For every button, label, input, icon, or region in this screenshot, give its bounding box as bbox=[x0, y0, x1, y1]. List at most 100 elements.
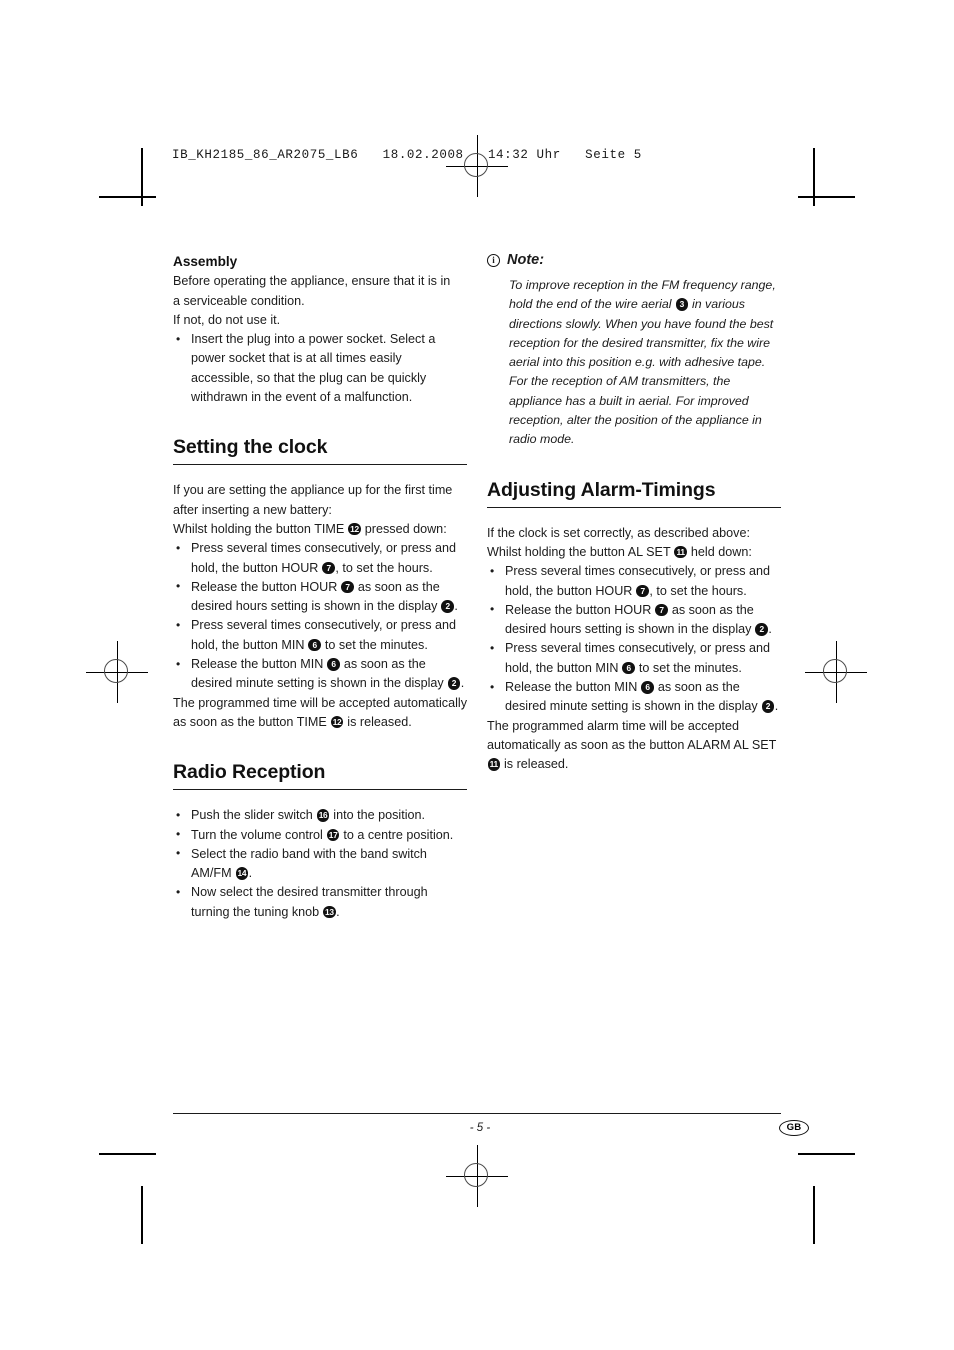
list-item: Release the button HOUR 7 as soon as the… bbox=[173, 577, 467, 617]
radio-reception-heading: Radio Reception bbox=[173, 761, 326, 784]
text-fragment: Select the radio band with the band swit… bbox=[191, 846, 427, 881]
section-adjusting-alarm-timings: Adjusting Alarm-Timings If the clock is … bbox=[487, 478, 781, 775]
callout-badge: 7 bbox=[341, 580, 354, 594]
callout-badge: 3 bbox=[675, 298, 689, 311]
callout-badge: 11 bbox=[674, 545, 687, 559]
text-fragment: in various directions slowly. When you h… bbox=[509, 297, 774, 447]
list-item: Press several times consecutively, or pr… bbox=[173, 539, 467, 578]
footer-rule bbox=[173, 1113, 781, 1115]
list-item: Release the button MIN 6 as soon as the … bbox=[487, 678, 781, 717]
section-note: i Note: To improve reception in the FM f… bbox=[487, 252, 781, 450]
text-fragment: . bbox=[454, 599, 458, 614]
text-fragment: pressed down: bbox=[364, 521, 447, 536]
crop-mark-top-right-horizontal bbox=[798, 196, 855, 198]
left-column: Assembly Before operating the appliance,… bbox=[173, 252, 467, 922]
language-badge: GB bbox=[779, 1120, 809, 1136]
callout-badge: 6 bbox=[641, 681, 654, 694]
callout-badge: 16 bbox=[316, 809, 330, 822]
text-fragment: . bbox=[336, 904, 340, 919]
list-item: Release the button MIN 6 as soon as the … bbox=[173, 655, 467, 694]
assembly-bullet-list: Insert the plug into a power socket. Sel… bbox=[173, 330, 467, 407]
section-setting-the-clock: Setting the clock If you are setting the… bbox=[173, 435, 467, 732]
text-fragment: held down: bbox=[690, 544, 752, 559]
adjusting-alarm-timings-heading: Adjusting Alarm-Timings bbox=[487, 478, 716, 501]
setting-the-clock-intro-3: Whilst holding the button TIME 12 presse… bbox=[173, 520, 467, 539]
setting-the-clock-closing: The programmed time will be accepted aut… bbox=[173, 694, 467, 733]
section-assembly: Assembly Before operating the appliance,… bbox=[173, 252, 467, 407]
adjusting-alarm-bullet-list: Press several times consecutively, or pr… bbox=[487, 562, 781, 716]
crop-mark-bottom-left-horizontal bbox=[99, 1153, 156, 1155]
text-fragment: . bbox=[774, 699, 779, 714]
text-fragment: Push the slider switch bbox=[191, 808, 313, 823]
list-item: Turn the volume control 17 to a centre p… bbox=[173, 825, 467, 845]
callout-badge: 6 bbox=[622, 661, 635, 675]
text-fragment: to set the minutes. bbox=[324, 637, 428, 652]
text-fragment: Release the button HOUR bbox=[505, 602, 652, 617]
callout-badge: 2 bbox=[441, 600, 454, 613]
text-fragment: into the position. bbox=[333, 808, 426, 823]
crop-mark-bottom-right-horizontal bbox=[798, 1153, 855, 1155]
print-slug: IB_KH2185_86_AR2075_LB6 18.02.2008 14:32… bbox=[172, 148, 642, 162]
adjusting-alarm-timings-rule bbox=[487, 506, 781, 508]
text-fragment: Release the button MIN bbox=[505, 680, 638, 695]
callout-badge: 7 bbox=[655, 603, 668, 617]
assembly-paragraph-2: a serviceable condition. bbox=[173, 293, 305, 308]
callout-badge: 2 bbox=[447, 677, 461, 690]
setting-the-clock-rule bbox=[173, 464, 467, 466]
adjusting-alarm-intro-1: If the clock is set correctly, as descri… bbox=[487, 525, 750, 540]
registration-mark-top-center bbox=[446, 135, 508, 197]
text-fragment: to a centre position. bbox=[343, 827, 454, 842]
callout-badge: 2 bbox=[761, 700, 775, 713]
crop-mark-bottom-left-vertical bbox=[141, 1186, 143, 1244]
callout-badge: 6 bbox=[308, 638, 321, 652]
callout-badge: 7 bbox=[636, 584, 649, 598]
text-fragment: to set the minutes. bbox=[638, 660, 742, 675]
list-item: Release the button HOUR 7 as soon as the… bbox=[487, 600, 781, 640]
callout-badge: 12 bbox=[348, 522, 361, 536]
text-fragment: The programmed alarm time will be accept… bbox=[487, 718, 777, 752]
section-radio-reception: Radio Reception Push the slider switch 1… bbox=[173, 760, 467, 922]
list-item: Select the radio band with the band swit… bbox=[173, 844, 467, 884]
adjusting-alarm-intro-2: Whilst holding the button AL SET 11 held… bbox=[487, 543, 781, 562]
text-fragment: Release the button HOUR bbox=[191, 579, 338, 594]
crop-mark-bottom-right-vertical bbox=[813, 1186, 815, 1244]
adjusting-alarm-closing: The programmed alarm time will be accept… bbox=[487, 717, 781, 775]
setting-the-clock-heading: Setting the clock bbox=[173, 436, 328, 459]
callout-badge: 17 bbox=[326, 828, 340, 842]
assembly-paragraph-3: If not, do not use it. bbox=[173, 312, 281, 327]
callout-badge: 11 bbox=[487, 758, 500, 771]
callout-badge: 6 bbox=[327, 658, 340, 671]
text-fragment: . bbox=[768, 622, 772, 637]
registration-mark-right bbox=[805, 641, 867, 703]
text-fragment: , to set the hours. bbox=[649, 583, 747, 598]
text-fragment: Whilst holding the button TIME bbox=[173, 521, 345, 536]
text-fragment: . bbox=[248, 866, 253, 881]
note-title: Note: bbox=[507, 252, 545, 268]
assembly-paragraph-1: Before operating the appliance, ensure t… bbox=[173, 274, 451, 289]
note-body: To improve reception in the FM frequency… bbox=[487, 276, 781, 450]
note-header: i Note: bbox=[487, 252, 781, 269]
list-item: Press several times consecutively, or pr… bbox=[487, 562, 781, 601]
right-column: i Note: To improve reception in the FM f… bbox=[487, 252, 781, 775]
list-item: Insert the plug into a power socket. Sel… bbox=[173, 330, 467, 407]
text-fragment: is released. bbox=[347, 714, 412, 729]
text-fragment: Whilst holding the button AL SET bbox=[487, 544, 671, 559]
setting-the-clock-bullet-list: Press several times consecutively, or pr… bbox=[173, 539, 467, 693]
registration-mark-bottom-center bbox=[446, 1145, 508, 1207]
crop-mark-top-left-horizontal bbox=[99, 196, 156, 198]
setting-the-clock-intro-1: If you are setting the appliance up for … bbox=[173, 483, 453, 498]
page-number: - 5 - bbox=[469, 1122, 491, 1134]
radio-reception-bullet-list: Push the slider switch 16 into the posit… bbox=[173, 806, 467, 922]
callout-badge: 12 bbox=[330, 715, 344, 729]
info-circle-icon: i bbox=[487, 254, 500, 267]
radio-reception-rule bbox=[173, 789, 467, 791]
text-fragment: The programmed time will be accepted aut… bbox=[173, 695, 467, 729]
text-fragment: Turn the volume control bbox=[191, 827, 323, 842]
text-fragment: Now select the desired transmitter throu… bbox=[191, 885, 428, 919]
list-item: Press several times consecutively, or pr… bbox=[173, 616, 467, 655]
callout-badge: 14 bbox=[235, 867, 249, 880]
assembly-heading: Assembly bbox=[173, 254, 238, 269]
callout-badge: 13 bbox=[323, 905, 336, 919]
callout-badge: 2 bbox=[755, 623, 768, 636]
list-item: Push the slider switch 16 into the posit… bbox=[173, 806, 467, 826]
